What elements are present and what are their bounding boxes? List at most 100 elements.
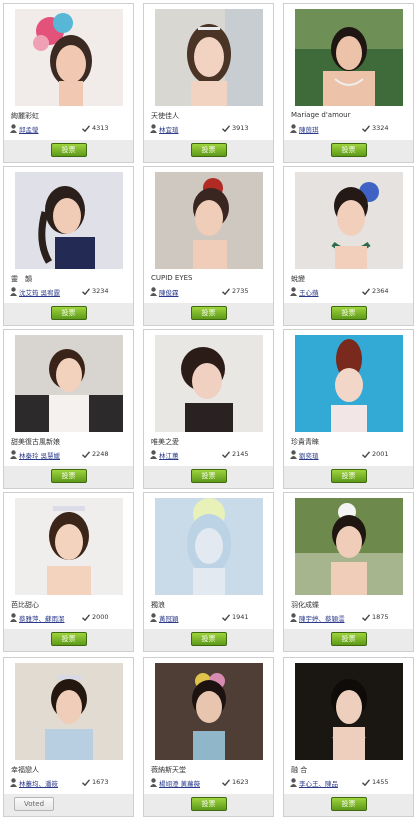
check-icon	[82, 288, 90, 295]
user-icon	[150, 124, 157, 133]
author-link[interactable]: 李心王、陳品	[299, 778, 338, 788]
check-icon	[362, 614, 370, 621]
vote-count: 1673	[92, 778, 109, 786]
author-link[interactable]: 沈艾筠 吳宥霆	[19, 287, 60, 297]
vote-button[interactable]: 投票	[190, 469, 227, 483]
vote-button[interactable]: 投票	[50, 632, 87, 646]
entry-meta: 陳茵琪 3324	[290, 124, 407, 134]
entry-title: 甜美復古風新娘	[11, 438, 60, 446]
check-icon	[362, 288, 370, 295]
user-icon	[290, 613, 297, 622]
vote-strip: 投票	[284, 794, 413, 816]
user-icon	[10, 287, 17, 296]
user-icon	[150, 450, 157, 459]
user-icon	[290, 287, 297, 296]
vote-button[interactable]: 投票	[190, 306, 227, 320]
vote-count: 3913	[232, 124, 249, 132]
entry-meta: 林宜瑄 3913	[150, 124, 267, 134]
vote-strip: 投票	[144, 303, 273, 325]
entry-photo[interactable]	[154, 498, 263, 595]
vote-count: 3324	[372, 124, 389, 132]
author-link[interactable]: 王心蘋	[299, 287, 319, 297]
check-icon	[82, 451, 90, 458]
entry-card: 珍貴青睞 劉奕瑄 2001 投票	[283, 329, 414, 489]
entry-card: 靈 韻 沈艾筠 吳宥霆 3234 投票	[3, 166, 134, 326]
vote-button[interactable]: 投票	[330, 306, 367, 320]
author-link[interactable]: 劉奕瑄	[299, 450, 319, 460]
entry-title: 絢麗彩虹	[11, 112, 39, 120]
check-icon	[82, 614, 90, 621]
author-link[interactable]: 邱孟瑩	[19, 124, 39, 134]
vote-button[interactable]: 投票	[190, 632, 227, 646]
vote-button[interactable]: 投票	[190, 143, 227, 157]
entry-photo[interactable]	[14, 498, 123, 595]
author-link[interactable]: 林宜瑄	[159, 124, 179, 134]
vote-count: 1941	[232, 613, 249, 621]
user-icon	[10, 613, 17, 622]
entry-meta: 王心蘋 2364	[290, 287, 407, 297]
entry-meta: 劉奕瑄 2001	[290, 450, 407, 460]
vote-strip: 投票	[4, 140, 133, 162]
entry-meta: 李心王、陳品 1455	[290, 778, 407, 788]
entry-photo[interactable]	[294, 172, 403, 269]
entry-photo[interactable]	[154, 9, 263, 106]
entry-title: Mariage d'amour	[291, 111, 351, 119]
entry-title: 靈 韻	[11, 275, 32, 283]
author-link[interactable]: 陳宇婷、蔡穎澐	[299, 613, 345, 623]
vote-count: 2735	[232, 287, 249, 295]
vote-button[interactable]: 投票	[190, 797, 227, 811]
vote-strip: 投票	[144, 140, 273, 162]
voted-button[interactable]: Voted	[14, 797, 54, 811]
vote-button[interactable]: 投票	[330, 469, 367, 483]
vote-count: 3234	[92, 287, 109, 295]
author-link[interactable]: 陳俊霖	[159, 287, 179, 297]
author-link[interactable]: 林秦玲 吳慧媛	[19, 450, 60, 460]
entry-photo[interactable]	[294, 498, 403, 595]
entry-photo[interactable]	[294, 9, 403, 106]
check-icon	[222, 451, 230, 458]
vote-button[interactable]: 投票	[330, 797, 367, 811]
vote-count: 4313	[92, 124, 109, 132]
vote-button[interactable]: 投票	[50, 306, 87, 320]
entry-photo[interactable]	[154, 172, 263, 269]
entry-meta: 沈艾筠 吳宥霆 3234	[10, 287, 127, 297]
entry-photo[interactable]	[294, 335, 403, 432]
author-link[interactable]: 蔡雅萍、蘇雨潔	[19, 613, 65, 623]
user-icon	[10, 450, 17, 459]
vote-count: 2248	[92, 450, 109, 458]
author-link[interactable]: 林蓁均、潘筱	[19, 778, 58, 788]
entry-meta: 林蓁均、潘筱 1673	[10, 778, 127, 788]
author-link[interactable]: 楊翊澄 黃蘿薇	[159, 778, 200, 788]
vote-button[interactable]: 投票	[330, 632, 367, 646]
entry-photo[interactable]	[14, 9, 123, 106]
entry-card: 獨浪 黃冠穎 1941 投票	[143, 492, 274, 652]
vote-button[interactable]: 投票	[50, 469, 87, 483]
entry-card: Mariage d'amour 陳茵琪 3324 投票	[283, 3, 414, 163]
entry-photo[interactable]	[14, 172, 123, 269]
check-icon	[82, 779, 90, 786]
entry-title: 羽化成蝶	[291, 601, 319, 609]
vote-button[interactable]: 投票	[330, 143, 367, 157]
author-link[interactable]: 陳茵琪	[299, 124, 319, 134]
entry-meta: 林江蕙 2145	[150, 450, 267, 460]
vote-count: 1455	[372, 778, 389, 786]
entry-photo[interactable]	[294, 663, 403, 760]
user-icon	[150, 287, 157, 296]
vote-button[interactable]: 投票	[50, 143, 87, 157]
entry-card: 唯美之愛 林江蕙 2145 投票	[143, 329, 274, 489]
author-link[interactable]: 黃冠穎	[159, 613, 179, 623]
entry-title: 蛻變	[291, 275, 305, 283]
check-icon	[362, 451, 370, 458]
user-icon	[150, 613, 157, 622]
check-icon	[222, 779, 230, 786]
entry-photo[interactable]	[14, 663, 123, 760]
check-icon	[362, 125, 370, 132]
entry-photo[interactable]	[14, 335, 123, 432]
entry-title: 珍貴青睞	[291, 438, 319, 446]
author-link[interactable]: 林江蕙	[159, 450, 179, 460]
user-icon	[10, 778, 17, 787]
entry-meta: 楊翊澄 黃蘿薇 1623	[150, 778, 267, 788]
user-icon	[290, 450, 297, 459]
entry-photo[interactable]	[154, 335, 263, 432]
entry-photo[interactable]	[154, 663, 263, 760]
